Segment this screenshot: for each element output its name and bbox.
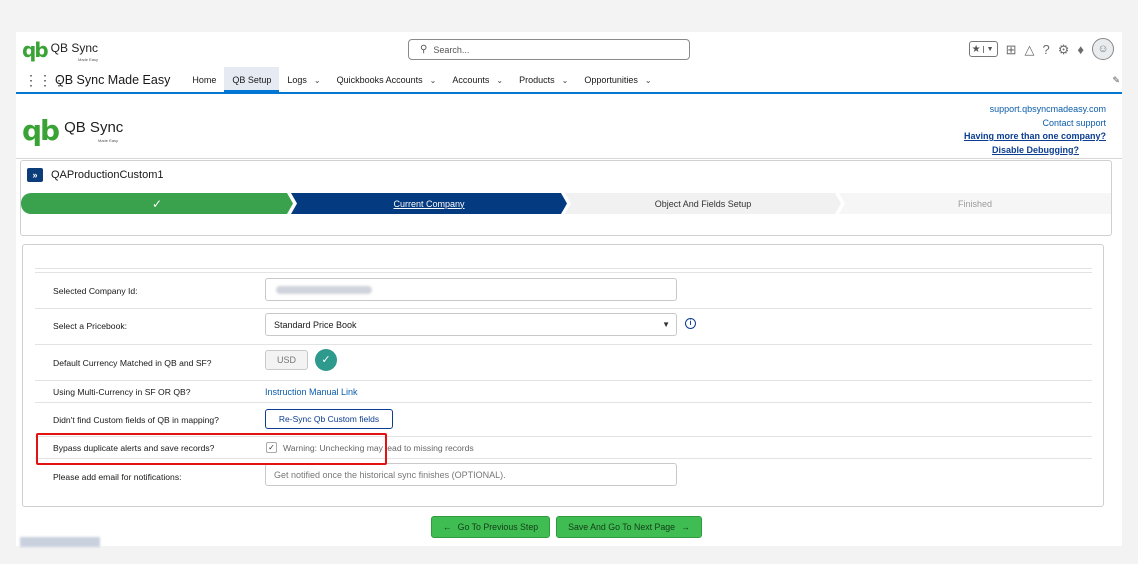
brand-logo-mark: qb: [22, 114, 60, 147]
pricebook-label: Select a Pricebook:: [53, 321, 128, 331]
brand-logo-text: QB Sync: [64, 119, 124, 136]
multi-company-link[interactable]: Having more than one company?: [964, 130, 1106, 144]
path-step-complete[interactable]: ✓: [21, 193, 293, 214]
currency-value: USD: [265, 350, 308, 370]
nav-products-label: Products: [519, 75, 555, 85]
support-links: support.qbsyncmadeasy.com Contact suppor…: [964, 103, 1106, 157]
form-top-divider: [35, 268, 1092, 269]
next-page-label: Save And Go To Next Page: [568, 522, 676, 532]
question-icon[interactable]: ?: [1042, 43, 1049, 56]
company-id-label: Selected Company Id:: [53, 286, 138, 296]
form-row-currency: Default Currency Matched in QB and SF? U…: [35, 344, 1092, 380]
nav-products[interactable]: Products ⌄: [511, 68, 576, 92]
company-settings-form: Selected Company Id: Select a Pricebook:…: [22, 244, 1104, 507]
search-icon: ⚲: [420, 44, 428, 55]
divider: [16, 158, 1122, 159]
nav-logs-label: Logs: [287, 75, 307, 85]
nav-opportunities-label: Opportunities: [584, 75, 638, 85]
form-row-custom-fields: Didn't find Custom fields of QB in mappi…: [35, 402, 1092, 436]
form-row-company-id: Selected Company Id:: [35, 272, 1092, 308]
record-card: » QAProductionCustom1 ✓ Current Company …: [20, 160, 1112, 236]
logo-text: QB Sync: [50, 41, 98, 55]
favorites-star-icon[interactable]: ★ ▼: [968, 41, 998, 57]
setup-gear-icon[interactable]: ⚙: [1058, 43, 1070, 56]
previous-step-label: Go To Previous Step: [457, 522, 539, 532]
multi-currency-label: Using Multi-Currency in SF OR QB?: [53, 387, 191, 397]
company-id-field: [265, 278, 677, 301]
pricebook-selected-value: Standard Price Book: [274, 319, 357, 330]
nav-home[interactable]: Home: [184, 68, 224, 92]
search-placeholder: Search...: [433, 44, 470, 55]
chevron-down-icon[interactable]: ⌄: [430, 76, 437, 85]
nav-accounts-label: Accounts: [452, 75, 490, 85]
custom-fields-label: Didn't find Custom fields of QB in mappi…: [53, 415, 219, 425]
brand-logo: qb QB Sync Made Easy: [22, 114, 123, 147]
form-row-multi-currency: Using Multi-Currency in SF OR QB? Instru…: [35, 380, 1092, 402]
nav-quickbooks-accounts-label: Quickbooks Accounts: [336, 75, 423, 85]
brand-logo-subtitle: Made Easy: [98, 138, 119, 143]
pricebook-select[interactable]: Standard Price Book ▼: [265, 313, 677, 336]
form-row-pricebook: Select a Pricebook: Standard Price Book …: [35, 308, 1092, 344]
disable-debugging-link[interactable]: Disable Debugging?: [964, 144, 1079, 158]
resync-custom-fields-button[interactable]: Re-Sync Qb Custom fields: [265, 409, 393, 429]
nav-home-label: Home: [192, 75, 217, 85]
nav-qb-setup[interactable]: QB Setup: [224, 67, 280, 93]
path-step-finished: Finished: [839, 193, 1111, 214]
highlight-box: [36, 433, 387, 465]
record-icon: »: [27, 168, 43, 182]
chevron-down-icon[interactable]: ⌄: [562, 76, 569, 85]
check-icon: ✓: [151, 196, 163, 211]
chevron-down-icon[interactable]: ⌄: [645, 76, 652, 85]
previous-step-button[interactable]: ← Go To Previous Step: [431, 516, 550, 538]
blurred-company-id: [276, 285, 372, 294]
currency-label: Default Currency Matched in QB and SF?: [53, 358, 212, 368]
header-logo[interactable]: qb QB Sync Made Easy: [22, 38, 98, 62]
path-step-object-fields-setup[interactable]: Object And Fields Setup: [565, 193, 841, 214]
info-icon[interactable]: i: [685, 318, 696, 329]
next-page-button[interactable]: Save And Go To Next Page →: [556, 516, 702, 538]
record-name: QAProductionCustom1: [51, 169, 164, 181]
nav-qb-setup-label: QB Setup: [232, 75, 272, 85]
utility-bar: ★ ▼ ⊞ △ ? ⚙ ♦ ☺: [968, 37, 1114, 61]
chevron-down-icon[interactable]: ⌄: [496, 76, 503, 85]
instruction-manual-link[interactable]: Instruction Manual Link: [265, 387, 358, 397]
email-placeholder: Get notified once the historical sync fi…: [274, 469, 506, 480]
notification-bell-icon[interactable]: ♦: [1077, 43, 1084, 56]
setup-path: ✓ Current Company Object And Fields Setu…: [21, 193, 1111, 214]
path-step-label: Finished: [957, 198, 993, 209]
blurred-footer-text: [20, 537, 100, 547]
global-header: qb QB Sync Made Easy ⚲ Search... ★ ▼ ⊞ △ …: [16, 32, 1122, 68]
dropdown-arrow-icon: ▼: [662, 320, 670, 329]
add-icon[interactable]: ⊞: [1006, 43, 1017, 56]
email-field[interactable]: Get notified once the historical sync fi…: [265, 463, 677, 486]
arrow-right-icon: →: [681, 522, 690, 532]
help-trail-icon[interactable]: △: [1024, 43, 1034, 56]
logo-mark: qb: [22, 38, 49, 62]
nav-opportunities[interactable]: Opportunities ⌄: [576, 68, 659, 92]
nav-logs[interactable]: Logs ⌄: [279, 68, 328, 92]
contact-support-link[interactable]: Contact support: [964, 117, 1106, 131]
edit-pencil-icon[interactable]: ✎: [1112, 75, 1120, 86]
arrow-left-icon: ←: [442, 522, 452, 532]
nav-accounts[interactable]: Accounts ⌄: [444, 68, 511, 92]
app-frame: qb QB Sync Made Easy ⚲ Search... ★ ▼ ⊞ △ …: [16, 32, 1122, 547]
chevron-down-icon[interactable]: ⌄: [314, 76, 321, 85]
support-site-link[interactable]: support.qbsyncmadeasy.com: [964, 103, 1106, 117]
nav-quickbooks-accounts[interactable]: Quickbooks Accounts ⌄: [329, 68, 445, 92]
path-step-label: Current Company: [393, 198, 465, 209]
logo-subtitle: Made Easy: [78, 57, 99, 62]
path-step-label: Object And Fields Setup: [654, 198, 752, 209]
email-label: Please add email for notifications:: [53, 472, 182, 482]
path-step-current-company[interactable]: Current Company: [291, 193, 567, 214]
app-launcher-icon[interactable]: ⋮⋮⋮: [24, 73, 66, 87]
search-box[interactable]: ⚲ Search...: [408, 39, 690, 60]
avatar-icon[interactable]: ☺: [1092, 38, 1114, 60]
app-name: QB Sync Made Easy: [55, 73, 171, 87]
app-nav-bar: ⋮⋮⋮ QB Sync Made Easy Home QB Setup Logs…: [16, 67, 1122, 94]
currency-matched-check-icon: ✓: [315, 349, 337, 371]
